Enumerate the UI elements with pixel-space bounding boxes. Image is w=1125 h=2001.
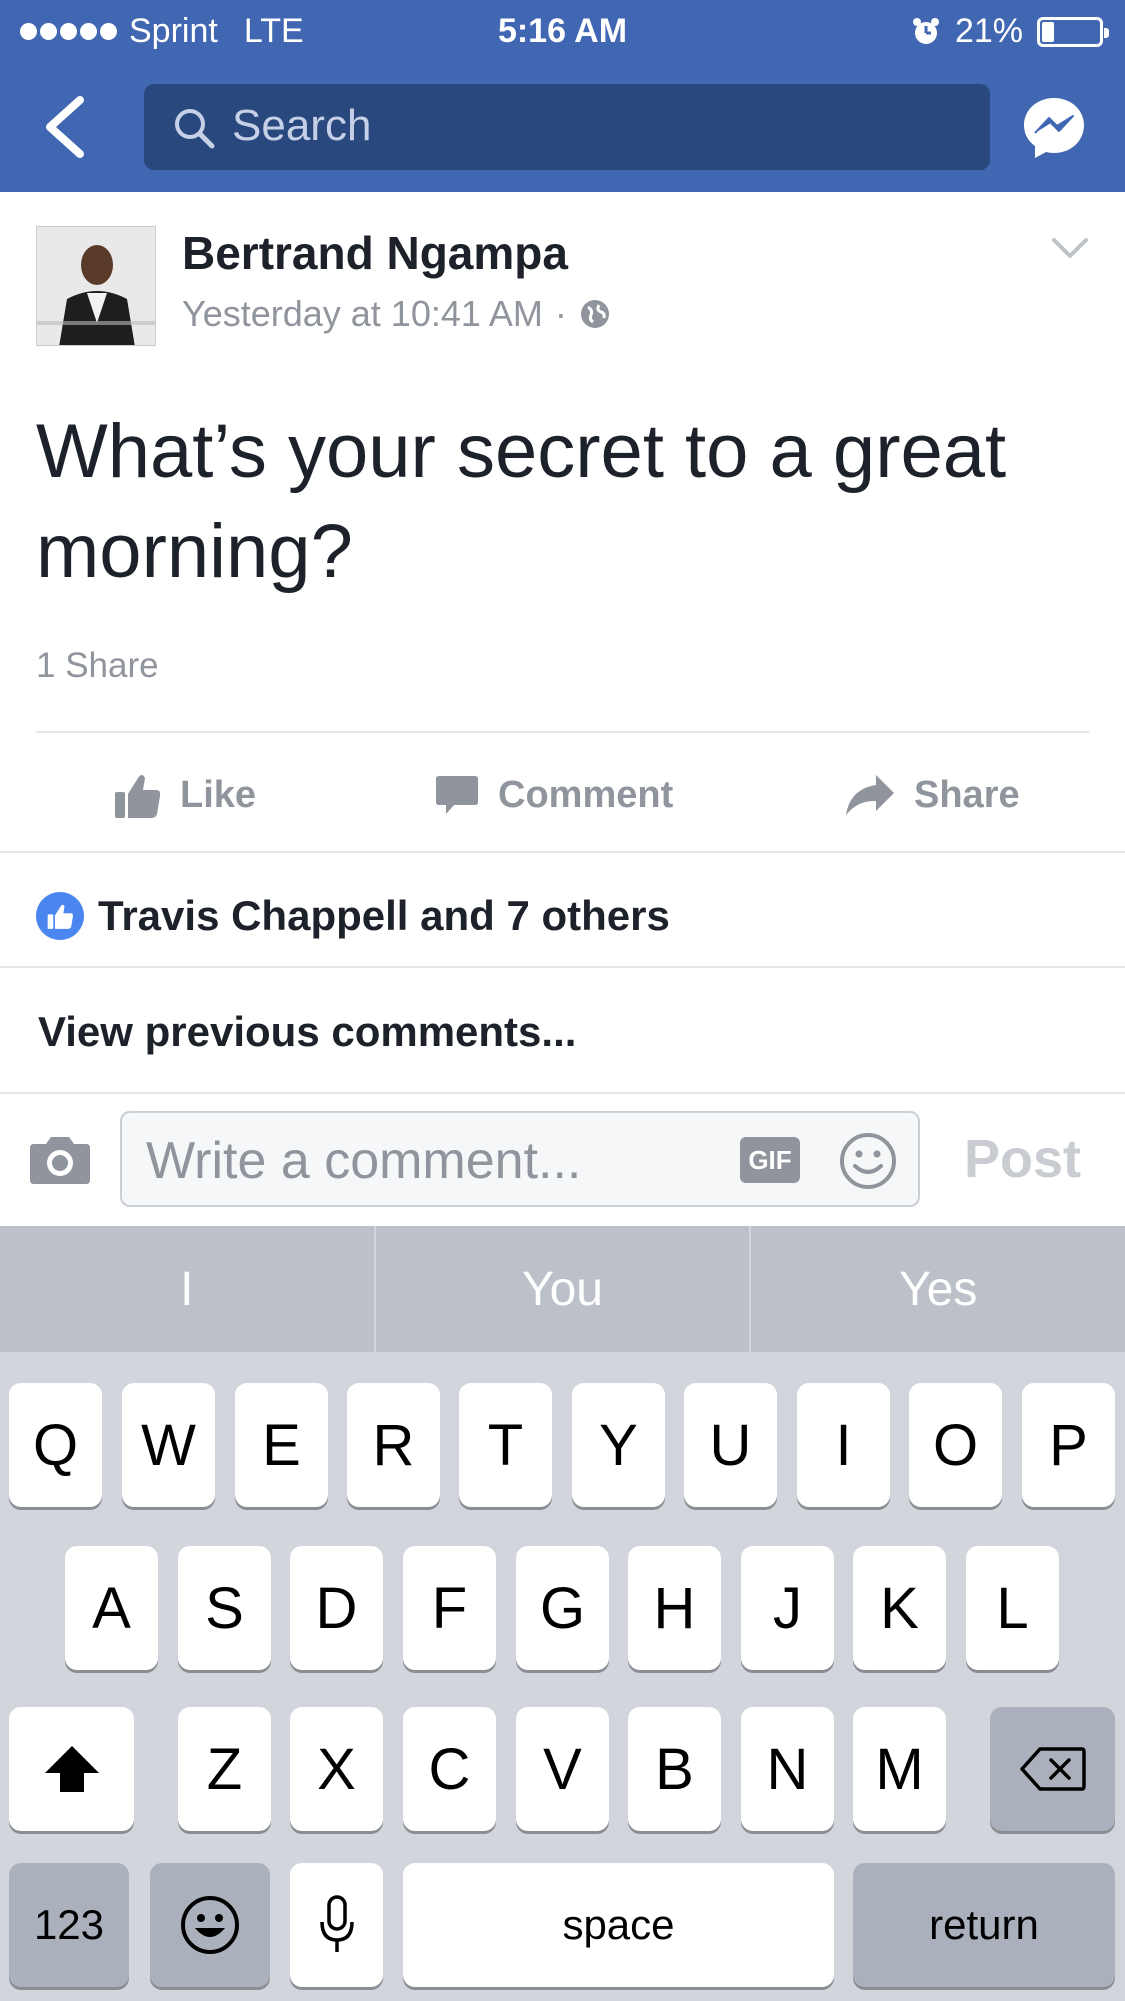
battery-icon (1037, 16, 1109, 47)
key-l[interactable]: L (966, 1546, 1059, 1670)
dictation-key[interactable] (290, 1863, 383, 1987)
search-icon (175, 109, 215, 149)
search-input[interactable] (232, 98, 932, 154)
key-b[interactable]: B (628, 1707, 721, 1831)
post-actions: Like Comment Share (0, 760, 1125, 830)
globe-icon (580, 300, 609, 328)
like-label: Like (180, 773, 257, 816)
numbers-key[interactable]: 123 (9, 1863, 129, 1987)
key-e[interactable]: E (235, 1383, 328, 1507)
like-reaction-icon (36, 892, 84, 940)
camera-icon[interactable] (28, 1134, 92, 1186)
post-meta: Yesterday at 10:41 AM · (182, 293, 611, 335)
likes-summary-text: Travis Chappell and 7 others (98, 892, 670, 939)
share-label: Share (914, 773, 1020, 816)
key-v[interactable]: V (516, 1707, 609, 1831)
likes-summary[interactable]: Travis Chappell and 7 others (36, 892, 670, 940)
predictive-bar: I You Yes (0, 1226, 1125, 1352)
key-r[interactable]: R (347, 1383, 440, 1507)
alarm-icon (912, 17, 939, 44)
key-o[interactable]: O (909, 1383, 1002, 1507)
comment-field[interactable]: GIF (120, 1111, 920, 1207)
emoji-sticker-icon[interactable] (838, 1131, 898, 1191)
share-button[interactable]: Share (844, 760, 1020, 830)
key-q[interactable]: Q (9, 1383, 102, 1507)
view-previous-comments-link[interactable]: View previous comments... (38, 1008, 576, 1056)
key-c[interactable]: C (403, 1707, 496, 1831)
divider (36, 731, 1089, 733)
key-f[interactable]: F (403, 1546, 496, 1670)
status-bar: Sprint LTE 5:16 AM 21% (0, 0, 1125, 62)
meta-separator: · (554, 293, 567, 334)
shift-key[interactable] (9, 1707, 134, 1831)
person-photo (37, 227, 155, 345)
key-u[interactable]: U (684, 1383, 777, 1507)
key-g[interactable]: G (516, 1546, 609, 1670)
key-j[interactable]: J (741, 1546, 834, 1670)
shift-arrow-icon (44, 1746, 99, 1792)
chevron-down-icon[interactable] (1050, 236, 1090, 262)
divider (0, 851, 1125, 853)
key-t[interactable]: T (459, 1383, 552, 1507)
delete-key[interactable] (990, 1707, 1115, 1831)
gif-button[interactable]: GIF (740, 1137, 800, 1183)
comment-label: Comment (498, 773, 674, 816)
prediction-suggestion[interactable]: I (0, 1226, 376, 1352)
key-d[interactable]: D (290, 1546, 383, 1670)
microphone-icon (319, 1895, 354, 1952)
post-text: What’s your secret to a great morning? (36, 409, 1007, 594)
like-button[interactable]: Like (112, 760, 256, 830)
emoji-icon (181, 1896, 239, 1954)
key-a[interactable]: A (65, 1546, 158, 1670)
key-k[interactable]: K (853, 1546, 946, 1670)
top-bar: Sprint LTE 5:16 AM 21% (0, 0, 1125, 192)
author-avatar[interactable] (36, 226, 156, 346)
divider (0, 966, 1125, 968)
battery-percent: 21% (954, 12, 1023, 50)
search-bar[interactable] (144, 84, 990, 170)
status-right: 21% (911, 12, 1109, 51)
key-m[interactable]: M (853, 1707, 946, 1831)
key-h[interactable]: H (628, 1546, 721, 1670)
key-n[interactable]: N (741, 1707, 834, 1831)
divider (0, 1092, 1125, 1094)
prediction-suggestion[interactable]: Yes (751, 1226, 1125, 1352)
key-w[interactable]: W (122, 1383, 215, 1507)
key-i[interactable]: I (797, 1383, 890, 1507)
key-z[interactable]: Z (178, 1707, 271, 1831)
comment-input[interactable] (146, 1131, 706, 1191)
space-key[interactable]: space (403, 1863, 834, 1987)
author-name[interactable]: Bertrand Ngampa (182, 226, 568, 280)
share-arrow-icon (846, 775, 894, 815)
key-s[interactable]: S (178, 1546, 271, 1670)
share-count[interactable]: 1 Share (36, 646, 159, 686)
messenger-icon[interactable] (1020, 94, 1088, 162)
thumbs-up-icon (115, 775, 161, 818)
backspace-icon (1019, 1747, 1086, 1791)
emoji-key[interactable] (150, 1863, 270, 1987)
comment-button[interactable]: Comment (434, 760, 673, 830)
back-chevron-icon[interactable] (40, 92, 90, 162)
key-x[interactable]: X (290, 1707, 383, 1831)
prediction-suggestion[interactable]: You (376, 1226, 752, 1352)
post-timestamp[interactable]: Yesterday at 10:41 AM (182, 293, 543, 335)
post-comment-button[interactable]: Post (964, 1128, 1081, 1190)
key-y[interactable]: Y (572, 1383, 665, 1507)
comment-bubble-icon (436, 776, 478, 814)
return-key[interactable]: return (853, 1863, 1115, 1987)
keyboard: I You Yes Q W E R T Y U I O P A S D F G … (0, 1226, 1125, 2001)
key-p[interactable]: P (1022, 1383, 1115, 1507)
